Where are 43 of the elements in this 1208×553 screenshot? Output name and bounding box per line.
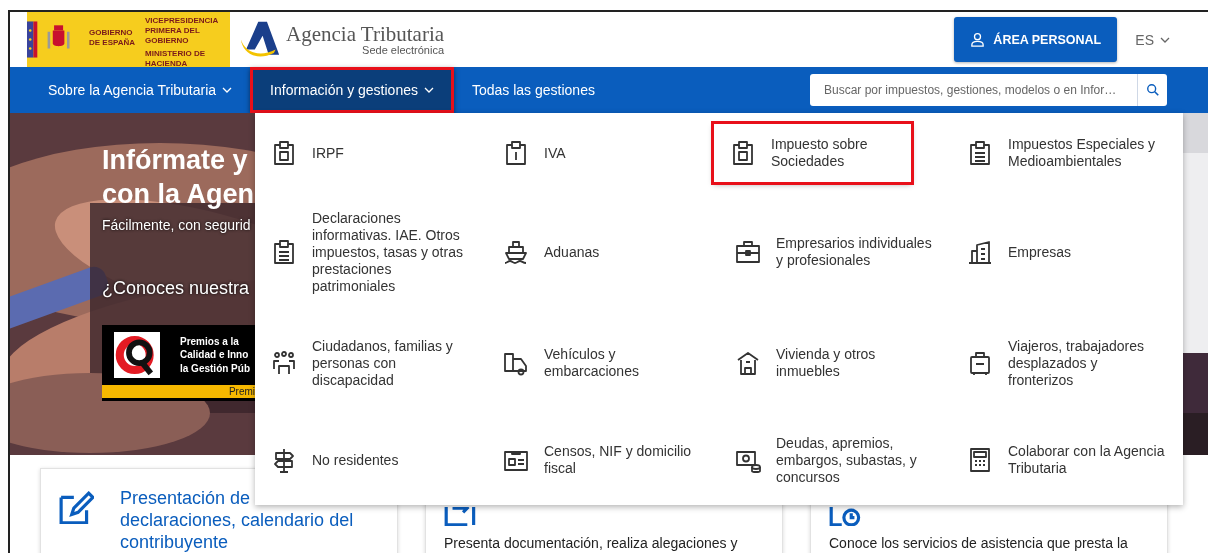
nav-menu-item[interactable]: Información y gestiones (250, 67, 454, 113)
nav-menu-item[interactable]: Todas las gestiones (459, 67, 607, 113)
menu-item-link[interactable]: Colaborar con la Agencia Tributaria (951, 443, 1165, 477)
hero-heading: Infórmate y con la Agen (102, 144, 255, 211)
agency-subtitle: Sede electrónica (362, 45, 445, 56)
agency-logo-icon (238, 19, 282, 60)
hero-question: ¿Conoces nuestra (102, 278, 250, 299)
chevron-down-icon (1160, 36, 1170, 43)
award-banner[interactable]: Premios a la Calidad e Inno la Gestión Púb Premi (102, 325, 255, 401)
menu-item-link[interactable]: Empresas (951, 238, 1165, 266)
personal-area-button[interactable]: ÁREA PERSONAL (954, 17, 1118, 62)
search-icon (1145, 83, 1160, 97)
people-icon (270, 349, 298, 377)
briefcase-icon (734, 238, 762, 266)
menu-item-link[interactable]: Empresarios individuales y profesionales (719, 235, 933, 269)
government-name: GOBIERNO DE ESPAÑA (89, 28, 137, 48)
card-description: Presenta documentación, realiza alegaciones y (444, 535, 739, 551)
search-button[interactable] (1137, 74, 1167, 106)
menu-item-link[interactable]: Impuestos Especiales y Medioambientales (951, 136, 1165, 170)
menu-item-link[interactable]: Vivienda y otros inmuebles (719, 346, 933, 380)
hero-subtitle: Fácilmente, con segurid (102, 217, 251, 233)
ship-icon (502, 238, 530, 266)
building-icon (966, 238, 994, 266)
agency-name: Agencia Tributaria (286, 23, 445, 45)
edit-icon (59, 491, 94, 524)
language-selector[interactable]: ES (1135, 31, 1170, 48)
card-description: Conoce los servicios de asistencia que presta la (829, 535, 1129, 551)
menu-item-link[interactable]: Vehículos y embarcaciones (487, 346, 701, 380)
menu-item-link[interactable]: Impuesto sobre Sociedades (714, 124, 911, 182)
menu-item-link[interactable]: IVA (487, 139, 701, 167)
award-strip: Premi (102, 385, 255, 401)
vice-presidency-name: VICEPRESIDENCIA PRIMERA DEL GOBIERNO (145, 16, 220, 46)
nav-menu-item[interactable]: Sobre la Agencia Tributaria (36, 67, 245, 113)
menu-item-link[interactable]: IRPF (255, 139, 469, 167)
quality-logo-icon (114, 332, 160, 378)
award-text: Premios a la Calidad e Inno la Gestión Púb (180, 334, 250, 376)
menu-item-link[interactable]: Viajeros, trabajadores desplazados y fronterizos (951, 337, 1165, 389)
search-field[interactable]: Buscar por impuestos, gestiones, modelos o en Infor… (810, 74, 1137, 106)
menu-item-link[interactable]: Ciudadanos, familias y personas con discapacidad (255, 337, 469, 389)
user-icon (970, 32, 986, 47)
ministry-name: MINISTERIO DE HACIENDA (145, 49, 206, 69)
menu-item-link[interactable]: Aduanas (487, 238, 701, 266)
menu-item-link[interactable]: Declaraciones informativas. IAE. Otros impuestos, tasas y otras prestaciones patrimoniales (255, 209, 469, 295)
